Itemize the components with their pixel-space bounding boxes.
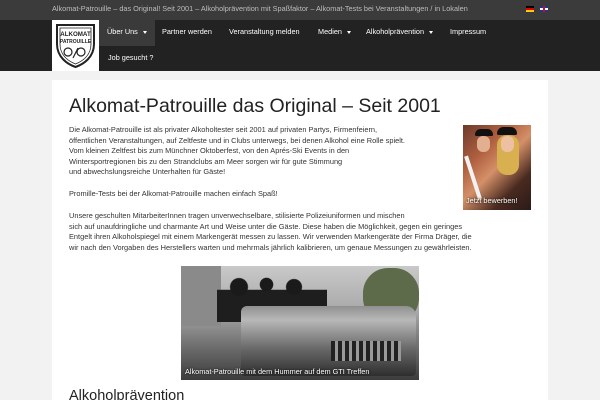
nav-item-label: Veranstaltung melden [229,27,300,36]
nav-item-partner-werden[interactable]: Partner werden [162,27,212,36]
top-bar: Alkomat-Patrouille – das Original! Seit … [0,0,600,20]
nav-item-label: Alkoholprävention [366,27,425,36]
page-title: Alkomat-Patrouille das Original – Seit 2… [69,95,441,117]
nav-item-label: Job gesucht ? [108,53,154,62]
svg-text:PATROUILLE: PATROUILLE [60,39,92,45]
photo-detail [501,136,514,152]
text-line: Die Alkomat-Patrouille ist als privater … [69,125,378,134]
fun-paragraph: Promille-Tests bei der Alkomat-Patrouill… [69,189,278,200]
svg-text:ALKOMAT: ALKOMAT [60,31,91,38]
intro-paragraph: Die Alkomat-Patrouille ist als privater … [69,125,405,178]
photo-detail [477,136,490,152]
nav-item-alkoholpraevention[interactable]: Alkoholprävention [366,27,434,36]
hummer-photo[interactable]: Alkomat-Patrouille mit dem Hummer auf de… [181,266,419,380]
chevron-down-icon [142,30,147,34]
nav-item-veranstaltung-melden[interactable]: Veranstaltung melden [229,27,300,36]
text-line: Entgelt ihren Alkoholspiegel mit einem M… [69,232,472,242]
photo-detail [181,266,221,326]
text-line: Unsere geschulten MitarbeiterInnen trage… [69,211,405,220]
section-heading-alkoholpraevention: Alkoholprävention [69,388,185,400]
staff-paragraph: Unsere geschulten MitarbeiterInnen trage… [69,211,472,253]
nav-item-job-gesucht[interactable]: Job gesucht ? [108,53,153,62]
nav-item-label: Medien [318,27,342,36]
nav-item-label: Über Uns [107,27,138,36]
text-line: Promille-Tests bei der Alkomat-Patrouill… [69,189,278,198]
apply-photo-caption: Jetzt bewerben! [466,196,518,205]
nav-item-label: Impressum [450,27,487,36]
text-line: Vom kleinen Zeltfest bis zum Münchner Ok… [69,146,350,156]
nav-item-medien[interactable]: Medien [318,27,351,36]
nav-item-ueber-uns[interactable]: Über Uns [99,20,155,46]
photo-detail [331,341,401,361]
text-line: sich auf unaufdringliche und charmante A… [69,221,463,231]
text-line: Wintersportregionen bis zu den Strandclu… [69,156,343,166]
chevron-down-icon [346,30,351,34]
german-flag-icon[interactable] [526,6,534,12]
text-line: wir nach den Vorgaben des Herstellers wa… [69,242,472,252]
nav-item-impressum[interactable]: Impressum [450,27,486,36]
photo-detail [475,129,493,136]
shield-logo-icon: ALKOMAT PATROUILLE [56,24,95,69]
chevron-down-icon [429,30,434,34]
nav-item-label: Partner werden [162,27,212,36]
site-logo[interactable]: ALKOMAT PATROUILLE [52,20,99,71]
photo-detail [464,155,482,200]
apply-photo-link[interactable]: Jetzt bewerben! [463,125,531,210]
site-tagline: Alkomat-Patrouille – das Original! Seit … [52,4,468,13]
text-line: öffentlichen Veranstaltungen, auf Zeltfe… [69,135,405,145]
english-flag-icon[interactable] [540,6,548,12]
photo-detail [497,127,517,135]
hummer-photo-caption: Alkomat-Patrouille mit dem Hummer auf de… [185,367,370,376]
text-line: und abwechslungsreiche Unterhalten für G… [69,167,226,177]
